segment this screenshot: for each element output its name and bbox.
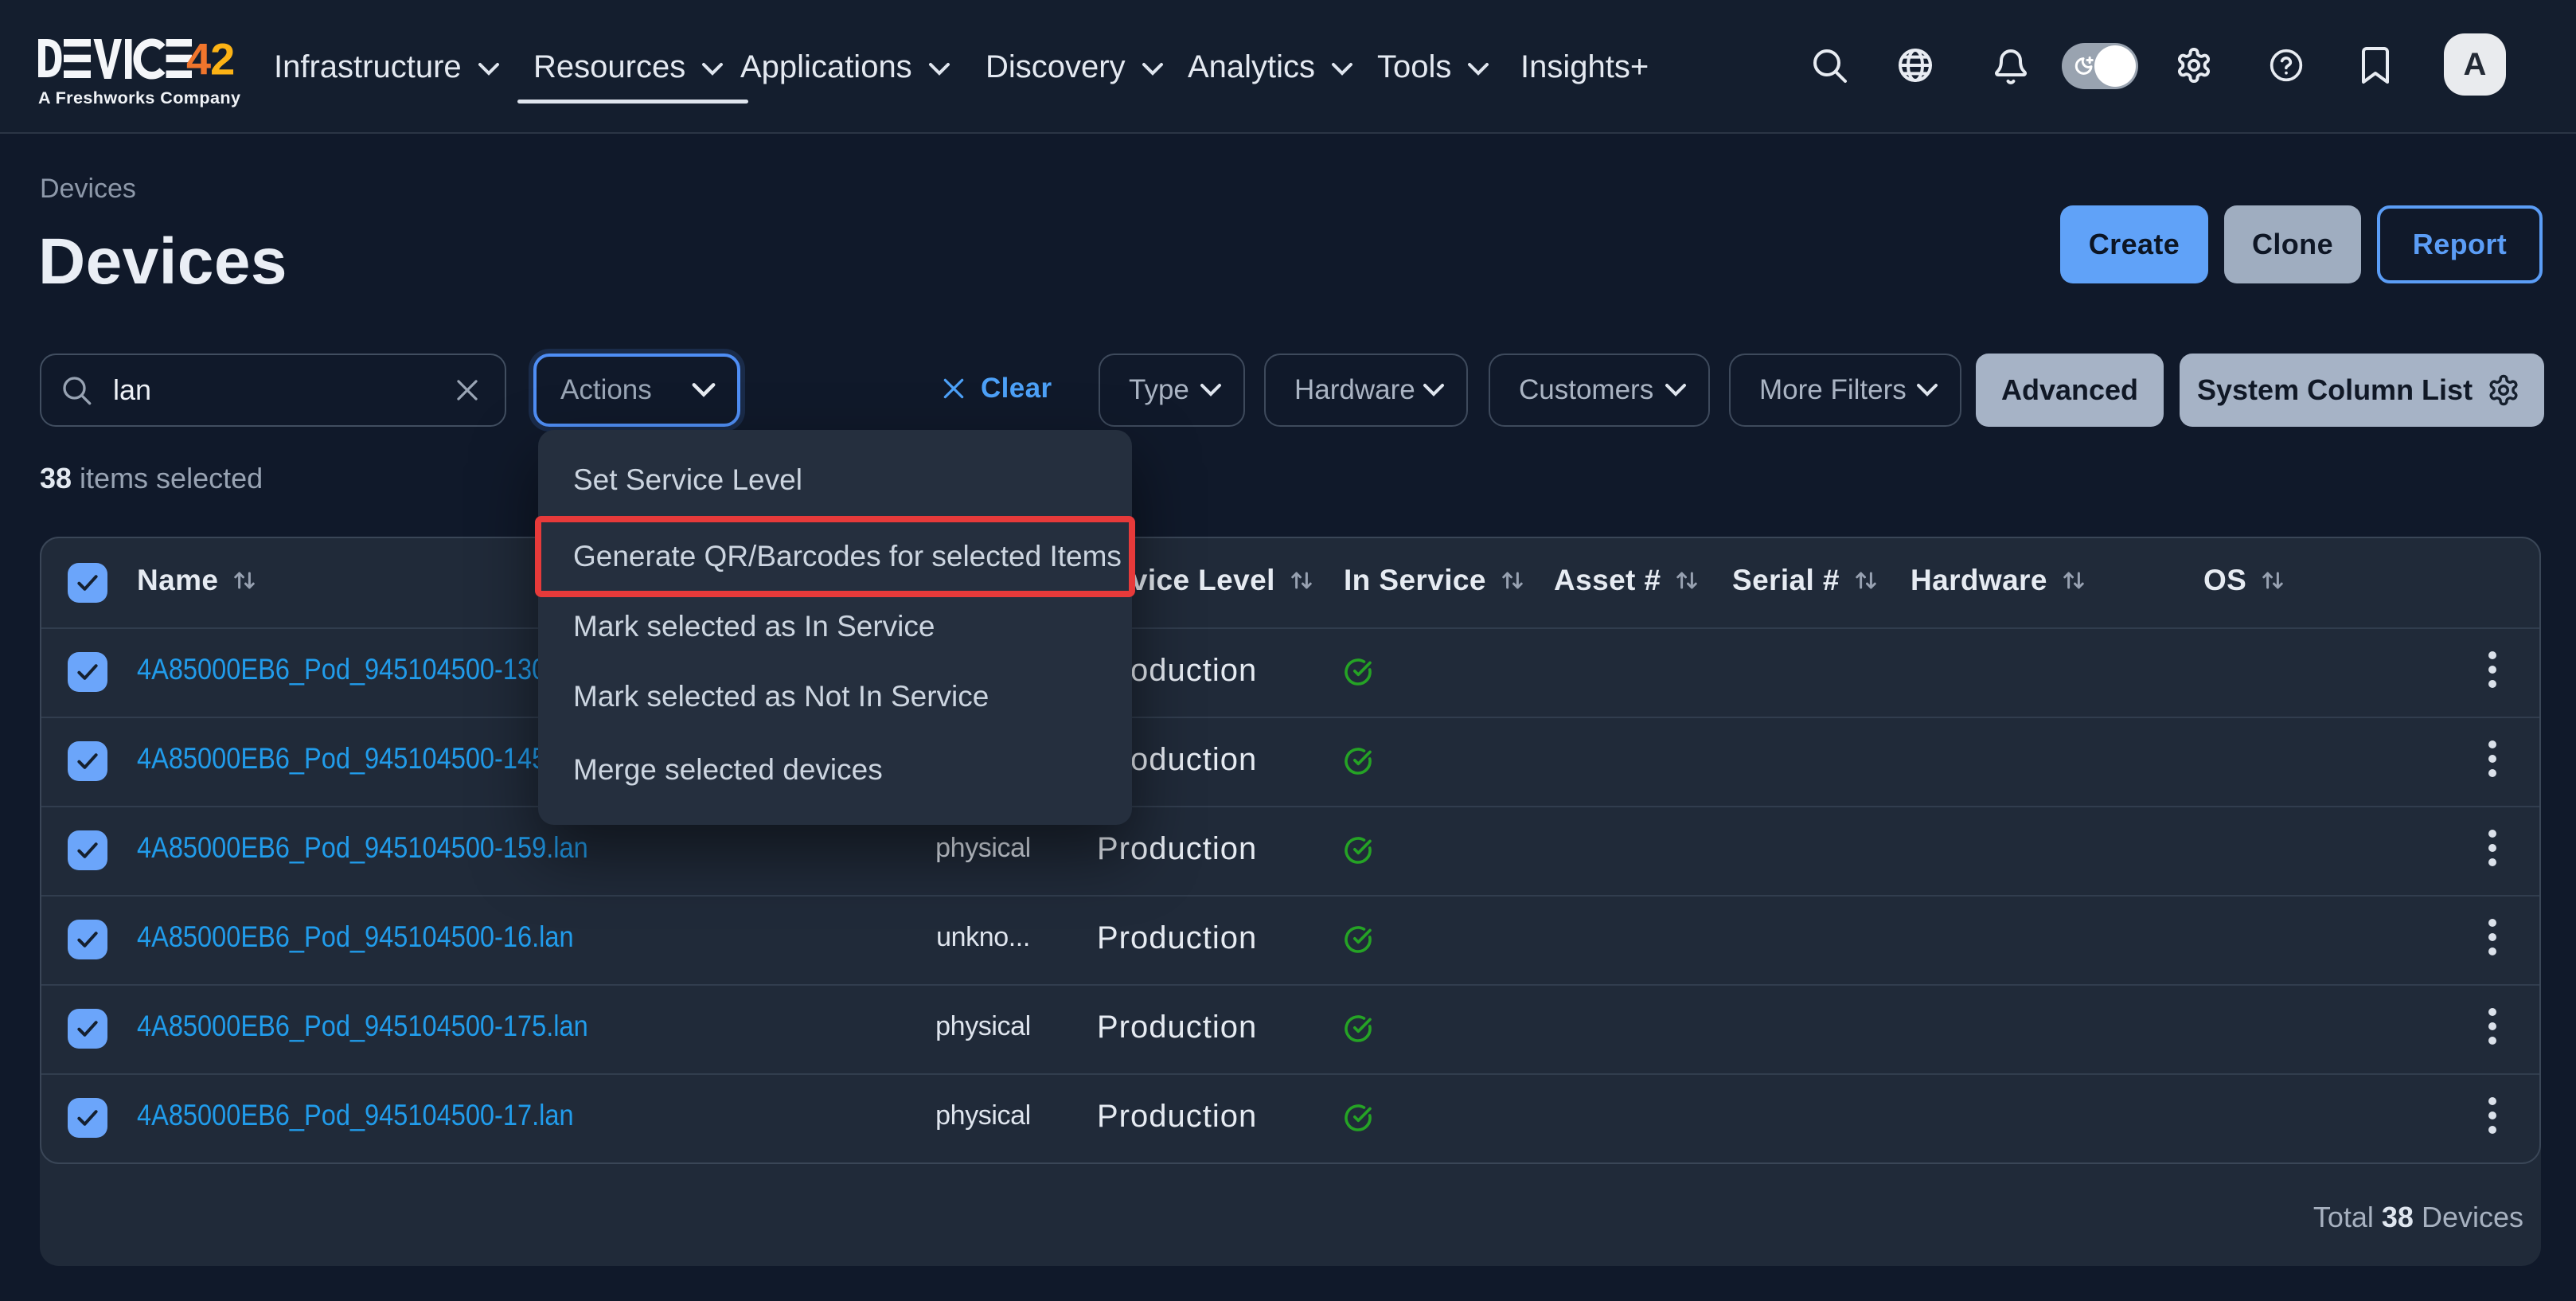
svg-text:42: 42 bbox=[186, 38, 234, 80]
